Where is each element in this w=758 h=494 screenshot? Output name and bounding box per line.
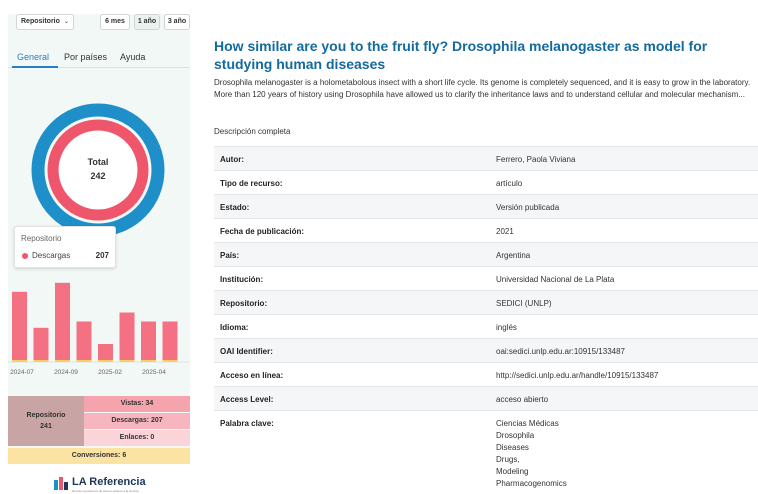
repository-select[interactable]: Repositorio ⌄ — [16, 14, 74, 30]
metadata-row-tipo-de-recurso: Tipo de recurso: artículo — [214, 170, 758, 194]
keyword-link[interactable]: Drugs, — [496, 454, 567, 466]
stats-tabs: General Por países Ayuda — [8, 46, 190, 68]
x-tick-label: 2024-09 — [54, 369, 78, 376]
metadata-value: 2021 — [496, 227, 514, 236]
metadata-value: Universidad Nacional de La Plata — [496, 275, 615, 284]
repository-select-value: Repositorio — [21, 18, 60, 25]
metadata-value: artículo — [496, 179, 523, 188]
logo-name: LA Referencia — [72, 476, 146, 488]
bar-6[interactable] — [141, 321, 156, 363]
metadata-row-access-level: Access Level: acceso abierto — [214, 386, 758, 410]
bar-4[interactable] — [98, 344, 113, 362]
full-description-link[interactable]: Descripción completa — [214, 127, 290, 136]
metadata-row-oai-identifier: OAI Identifier: oai:sedici.unlp.edu.ar:10… — [214, 338, 758, 362]
metadata-row-autor: Autor: Ferrero, Paola Viviana — [214, 146, 758, 170]
metadata-key: Access Level: — [220, 395, 274, 404]
tooltip-series-dot — [22, 253, 28, 259]
metadata-row-institucion: Institución: Universidad Nacional de La P… — [214, 266, 758, 290]
donut-total-value: 242 — [90, 171, 106, 181]
metadata-value[interactable]: http://sedici.unlp.edu.ar/handle/10915/1… — [496, 371, 658, 380]
keyword-list: Ciencias Médicas Drosophila Diseases Drugs,… — [496, 418, 567, 490]
record-description: Drosophila melanogaster is a holometabol… — [214, 78, 751, 99]
metadata-key: Idioma: — [220, 323, 249, 332]
summary-repository-label: Repositorio — [26, 412, 66, 419]
metadata-key: OAI Identifier: — [220, 347, 273, 356]
summary-repository: Repositorio 241 — [8, 396, 84, 446]
summary-enlaces: Enlaces: 0 — [84, 430, 190, 446]
metadata-key: Fecha de publicación: — [220, 227, 305, 236]
donut-total: Total 242 — [28, 155, 168, 183]
logo-tagline: Red de repositorios de acceso abierto a … — [72, 489, 139, 493]
metadata-key: Autor: — [220, 155, 244, 164]
monthly-bar-chart: 2024-07 2024-09 2025-02 2025-04 — [8, 282, 190, 376]
bar-2[interactable] — [55, 282, 70, 362]
bar-1[interactable] — [33, 327, 49, 362]
chart-tooltip: Repositorio Descargas 207 — [14, 226, 116, 268]
x-tick-label: 2025-04 — [142, 369, 166, 376]
metadata-value: Versión publicada — [496, 203, 560, 212]
metadata-key: Institución: — [220, 275, 264, 284]
metadata-row-keywords: Palabra clave: Ciencias Médicas Drosophila… — [214, 410, 758, 488]
metadata-row-pais: País: Argentina — [214, 242, 758, 266]
summary-table: Repositorio 241 Vistas: 34 Descargas: 20… — [8, 396, 190, 466]
keyword-link[interactable]: Ciencias Médicas — [496, 418, 567, 430]
chevron-down-icon: ⌄ — [63, 19, 69, 25]
keyword-link[interactable]: Diseases — [496, 442, 567, 454]
record-title: How similar are you to the fruit fly? Dr… — [214, 38, 708, 72]
summary-vistas: Vistas: 34 — [84, 396, 190, 412]
metadata-row-idioma: Idioma: inglés — [214, 314, 758, 338]
metadata-key: País: — [220, 251, 240, 260]
tooltip-series-value: 207 — [95, 251, 109, 260]
tooltip-title: Repositorio — [21, 234, 62, 243]
metadata-table: Autor: Ferrero, Paola Viviana Tipo de recu… — [214, 146, 758, 488]
metadata-row-repositorio: Repositorio: SEDICI (UNLP) — [214, 290, 758, 314]
summary-descargas: Descargas: 207 — [84, 413, 190, 429]
metadata-key: Estado: — [220, 203, 250, 212]
metadata-row-estado: Estado: Versión publicada — [214, 194, 758, 218]
x-tick-label: 2024-07 — [10, 369, 34, 376]
la-referencia-logo-icon — [54, 477, 68, 490]
metadata-value[interactable]: oai:sedici.unlp.edu.ar:10915/133487 — [496, 347, 625, 356]
bar-3[interactable] — [76, 321, 92, 363]
metadata-row-acceso-en-linea: Acceso en línea: http://sedici.unlp.edu.a… — [214, 362, 758, 386]
donut-total-label: Total — [87, 157, 109, 167]
metadata-key: Acceso en línea: — [220, 371, 284, 380]
keyword-link[interactable]: Drosophila — [496, 430, 567, 442]
stats-toolbar: Repositorio ⌄ 6 mes 1 año 3 año — [14, 12, 190, 30]
metadata-key: Tipo de recurso: — [220, 179, 283, 188]
bar-5[interactable] — [119, 312, 135, 363]
period-1-year-button[interactable]: 1 año — [134, 14, 160, 30]
metadata-value: inglés — [496, 323, 517, 332]
metadata-value: acceso abierto — [496, 395, 549, 404]
tab-ayuda[interactable]: Ayuda — [120, 52, 145, 62]
summary-repository-value: 241 — [40, 423, 52, 430]
metadata-row-fecha-de-publicacion: Fecha de publicación: 2021 — [214, 218, 758, 242]
la-referencia-logo[interactable]: LA Referencia Red de repositorios de acc… — [54, 474, 174, 493]
metadata-key: Repositorio: — [220, 299, 268, 308]
summary-conversiones: Conversiones: 6 — [8, 448, 190, 464]
tooltip-series-label: Descargas — [32, 251, 71, 260]
keyword-link[interactable]: Pharmacogenomics — [496, 478, 567, 490]
metadata-key: Palabra clave: — [220, 419, 274, 428]
period-6-months-button[interactable]: 6 mes — [100, 14, 130, 30]
x-tick-label: 2025-02 — [98, 369, 122, 376]
metadata-value: SEDICI (UNLP) — [496, 299, 552, 308]
bar-0[interactable] — [12, 291, 27, 362]
period-3-years-button[interactable]: 3 año — [164, 14, 190, 30]
active-tab-indicator — [12, 66, 58, 68]
tab-por-paises[interactable]: Por países — [64, 52, 107, 62]
metadata-value: Ferrero, Paola Viviana — [496, 155, 576, 164]
tab-general[interactable]: General — [17, 52, 49, 62]
metadata-value: Argentina — [496, 251, 531, 260]
bar-7[interactable] — [162, 321, 178, 363]
keyword-link[interactable]: Modeling — [496, 466, 567, 478]
stats-panel: Repositorio ⌄ 6 mes 1 año 3 año General … — [8, 0, 190, 494]
